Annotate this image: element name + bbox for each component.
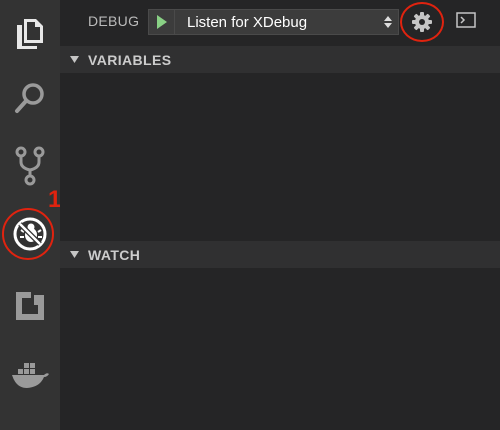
git-branch-icon — [15, 146, 45, 186]
activity-search[interactable] — [0, 70, 60, 126]
collapse-triangle-icon — [70, 56, 79, 63]
activity-docker[interactable] — [0, 348, 60, 404]
start-debugging-button[interactable] — [148, 9, 175, 35]
watch-section-header[interactable]: WATCH — [60, 241, 500, 268]
variables-panel — [60, 73, 500, 241]
variables-title: VARIABLES — [88, 52, 172, 68]
collapse-triangle-icon — [70, 251, 79, 258]
play-icon — [156, 15, 167, 29]
debug-configuration-select[interactable]: Listen for XDebug — [175, 9, 399, 35]
docker-icon — [12, 363, 49, 388]
activity-explorer[interactable] — [0, 6, 60, 62]
watch-title: WATCH — [88, 247, 141, 263]
activity-extensions[interactable] — [0, 278, 60, 334]
configuration-label: Listen for XDebug — [187, 14, 308, 31]
terminal-icon[interactable] — [456, 12, 476, 28]
select-arrows-icon — [384, 16, 392, 28]
annotation-circle-debug — [2, 208, 54, 260]
debug-title: DEBUG — [88, 13, 140, 29]
activity-bar — [0, 0, 60, 430]
gear-icon — [412, 12, 432, 32]
search-icon — [15, 83, 44, 113]
debug-toolbar: DEBUG Listen for XDebug — [60, 0, 500, 46]
files-icon — [17, 19, 43, 49]
open-launch-json-button[interactable] — [400, 2, 444, 42]
extensions-icon — [16, 292, 44, 320]
variables-section-header[interactable]: VARIABLES — [60, 46, 500, 73]
watch-panel — [60, 268, 500, 430]
debug-view: 1 DEBUG Listen for XDebug VARIABLES WATC… — [0, 0, 500, 430]
